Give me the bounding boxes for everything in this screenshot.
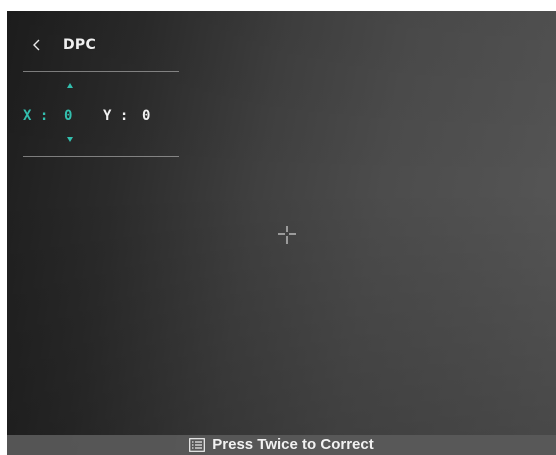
bottom-divider	[23, 156, 179, 157]
y-label: Y :	[103, 108, 129, 124]
coordinate-panel[interactable]: X : 0 Y : 0	[23, 73, 179, 157]
triangle-up-icon[interactable]	[67, 83, 73, 88]
menu-icon	[189, 438, 206, 452]
page-title: DPC	[63, 37, 97, 53]
hint-text: Press Twice to Correct	[212, 436, 374, 453]
x-value[interactable]: 0	[64, 107, 72, 125]
crosshair-icon	[278, 226, 296, 244]
y-value[interactable]: 0	[142, 107, 150, 125]
thermal-view: DPC X : 0 Y : 0 Press Twice to Correct	[7, 11, 556, 455]
triangle-down-icon[interactable]	[67, 137, 73, 142]
hint-bar: Press Twice to Correct	[7, 435, 556, 455]
chevron-left-icon	[33, 39, 40, 51]
back-button[interactable]	[29, 36, 45, 54]
top-divider	[23, 71, 179, 72]
x-label: X :	[23, 108, 49, 124]
